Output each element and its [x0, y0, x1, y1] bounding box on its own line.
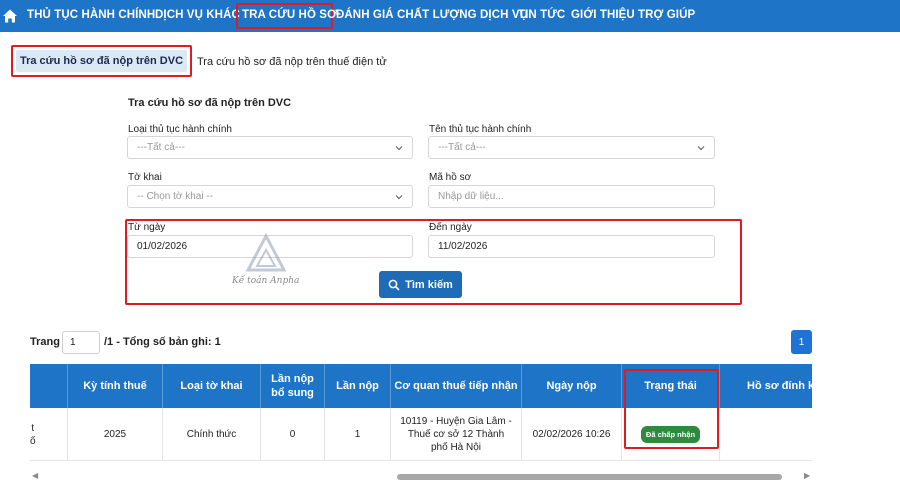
form-type-select[interactable]: -- Chọn tờ khai -- — [127, 185, 413, 208]
nav-item-tra-cuu-ho-so[interactable]: TRA CỨU HỒ SƠ — [242, 9, 337, 21]
col-header-agency: Cơ quan thuế tiếp nhận — [391, 364, 522, 408]
page-input-value: 1 — [70, 337, 76, 348]
search-icon — [388, 279, 400, 291]
cell-date: 02/02/2026 10:26 — [522, 408, 622, 461]
search-button[interactable]: Tìm kiếm — [379, 271, 462, 298]
chevron-down-icon — [697, 146, 705, 151]
procedure-type-value: ---Tất cả--- — [137, 142, 185, 153]
to-date-input[interactable]: 11/02/2026 — [428, 235, 715, 258]
cell-type: Chính thức — [163, 408, 261, 461]
col-header-cut — [30, 364, 68, 408]
file-code-placeholder: Nhập dữ liệu... — [438, 191, 504, 202]
cell-agency: 10119 - Huyện Gia Lâm - Thuế cơ sở 12 Th… — [391, 408, 522, 461]
col-header-type: Loại tờ khai — [163, 364, 261, 408]
procedure-name-label: Tên thủ tục hành chính — [429, 124, 532, 135]
chevron-down-icon — [395, 146, 403, 151]
scroll-left-icon[interactable]: ◀ — [32, 471, 38, 480]
to-date-label: Đến ngày — [429, 222, 472, 233]
to-date-value: 11/02/2026 — [438, 241, 488, 252]
tab-dvc[interactable]: Tra cứu hồ sơ đã nộp trên DVC — [11, 45, 192, 77]
watermark-text: Kế toán Anpha — [232, 276, 300, 286]
tab-thue-dien-tu[interactable]: Tra cứu hồ sơ đã nộp trên thuế điện tử — [197, 56, 387, 68]
from-date-value: 01/02/2026 — [137, 241, 188, 252]
cell-supplement: 0 — [261, 408, 325, 461]
from-date-label: Từ ngày — [128, 222, 166, 233]
col-header-date: Ngày nộp — [522, 364, 622, 408]
scrollbar-thumb[interactable] — [397, 474, 782, 480]
nav-item-danh-gia[interactable]: ĐÁNH GIÁ CHẤT LƯỢNG DỊCH VỤ — [336, 9, 528, 21]
procedure-name-select[interactable]: ---Tất cả--- — [428, 136, 715, 159]
page-input[interactable]: 1 — [62, 331, 100, 354]
procedure-type-select[interactable]: ---Tất cả--- — [127, 136, 413, 159]
nav-item-tin-tuc[interactable]: TIN TỨC — [518, 9, 565, 21]
form-type-value: -- Chọn tờ khai -- — [137, 191, 214, 202]
chevron-down-icon — [395, 195, 403, 200]
search-button-label: Tìm kiếm — [405, 278, 453, 291]
col-header-attachment: Hồ sơ đính kèm — [747, 380, 812, 392]
nav-item-dich-vu-khac[interactable]: DỊCH VỤ KHÁC — [155, 9, 240, 21]
cell-attachment — [720, 408, 812, 461]
top-nav: THỦ TỤC HÀNH CHÍNH DỊCH VỤ KHÁC TRA CỨU … — [0, 0, 900, 32]
col-header-supplement: Lần nộp bổ sung — [261, 364, 325, 408]
tab-dvc-label: Tra cứu hồ sơ đã nộp trên DVC — [16, 50, 187, 72]
page-button-1[interactable]: 1 — [791, 330, 812, 354]
nav-item-gioi-thieu[interactable]: GIỚI THIỆU — [571, 9, 635, 21]
col-header-attempt: Lần nộp — [325, 364, 391, 408]
form-title: Tra cứu hồ sơ đã nộp trên DVC — [128, 97, 292, 109]
page-prefix: Trang — [30, 336, 60, 348]
form-type-label: Tờ khai — [128, 172, 162, 183]
scroll-right-icon[interactable]: ▶ — [804, 471, 810, 480]
cell-period: 2025 — [68, 408, 163, 461]
status-highlight — [624, 369, 719, 449]
procedure-type-label: Loại thủ tục hành chính — [128, 124, 232, 135]
home-icon[interactable] — [2, 8, 18, 24]
nav-item-tro-giup[interactable]: TRỢ GIÚP — [638, 9, 695, 21]
cell-cut: t ố — [30, 408, 68, 461]
procedure-name-value: ---Tất cả--- — [438, 142, 486, 153]
file-code-input[interactable]: Nhập dữ liệu... — [428, 185, 715, 208]
page-summary: /1 - Tổng số bản ghi: 1 — [104, 336, 221, 348]
cell-attempt: 1 — [325, 408, 391, 461]
nav-item-thu-tuc[interactable]: THỦ TỤC HÀNH CHÍNH — [27, 9, 155, 21]
file-code-label: Mã hồ sơ — [429, 172, 472, 183]
col-header-period: Kỳ tính thuế — [68, 364, 163, 408]
